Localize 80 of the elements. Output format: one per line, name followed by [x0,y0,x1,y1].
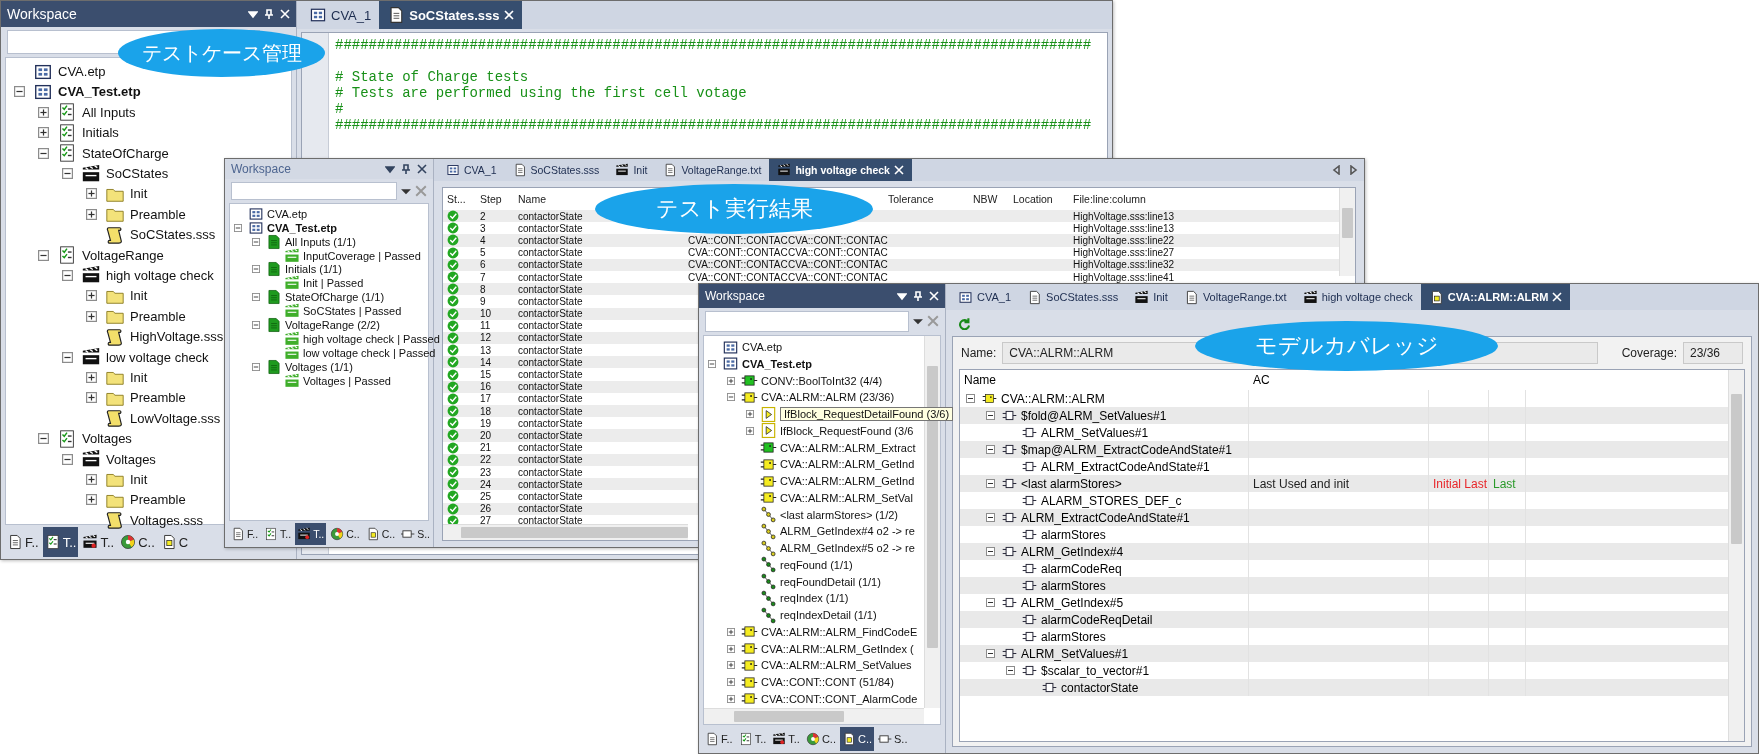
table-cell: CVA::CONT::CONTAC [688,271,788,283]
table-cell: CVA::CONT::CONTAC [788,271,888,283]
table-cell: 17 [480,393,492,405]
table-cell: contactorState [518,369,583,381]
panel-title: Workspace [705,289,765,303]
table-cell: 5 [480,247,486,259]
code-comment: # State of Charge tests [335,69,530,85]
table-cell: 27 [480,515,492,527]
table-cell: contactorState [518,271,583,283]
table-cell: contactorState [518,234,583,246]
table-cell: HighVoltage.sss:line41 [1073,271,1175,283]
table-cell: 15 [480,369,492,381]
table-cell: contactorState [518,381,583,393]
table-cell: 2 [480,210,486,222]
table-cell: 18 [480,405,492,417]
table-cell: contactorState [518,344,583,356]
table-cell: contactorState [518,442,583,454]
table-cell: 22 [480,454,492,466]
table-cell: 14 [480,356,492,368]
table-cell: 10 [480,308,492,320]
coverage-label: Coverage: [1621,346,1677,360]
table-cell: 12 [480,332,492,344]
table-cell: CVA::CONT::CONTAC [688,259,788,271]
table-cell: contactorState [518,417,583,429]
table-cell: 11 [480,320,491,332]
table-cell: contactorState [518,259,583,271]
table-cell: HighVoltage.sss:line32 [1073,259,1175,271]
table-cell: 3 [480,222,486,234]
table-cell: CVA::CONT::CONTAC [788,234,888,246]
table-cell: 7 [480,271,486,283]
table-cell: 25 [480,490,492,502]
table-cell: contactorState [518,515,583,527]
table-cell: contactorState [518,308,583,320]
table-cell: Initial Last [1433,476,1488,491]
table-cell: contactorState [518,356,583,368]
table-cell: Last [1493,476,1516,491]
table-cell: contactorState [518,222,583,234]
table-cell: HighVoltage.sss:line13 [1073,210,1175,222]
table-cell: HighVoltage.sss:line13 [1073,222,1175,234]
table-cell: 26 [480,503,492,515]
table-cell: CVA::CONT::CONTAC [688,247,788,259]
panel-title: Workspace [231,162,291,176]
table-cell: 24 [480,478,492,490]
table-cell: contactorState [518,490,583,502]
table-cell: contactorState [518,405,583,417]
code-comment: ########################################################################################## [335,117,1092,133]
table-cell: contactorState [518,454,583,466]
table-cell: 4 [480,234,486,246]
table-cell: contactorState [518,210,583,222]
table-cell: 9 [480,295,486,307]
table-cell: CVA::CONT::CONTAC [788,259,888,271]
table-cell: contactorState [518,393,583,405]
code-comment: ########################################################################################## [335,37,1092,53]
table-cell: 20 [480,429,492,441]
table-cell: contactorState [518,429,583,441]
table-cell: 8 [480,283,486,295]
table-cell: contactorState [518,295,583,307]
table-cell: 19 [480,417,492,429]
table-cell: contactorState [518,503,583,515]
table-cell: 6 [480,259,486,271]
coverage-field: 23/36 [1683,342,1743,364]
code-comment: # Tests are performed using the first cell votage [335,85,748,101]
table-cell: contactorState [518,320,583,332]
table-cell: contactorState [518,247,583,259]
table-cell: 23 [480,466,492,478]
table-cell: contactorState [518,466,583,478]
table-cell: CVA::CONT::CONTAC [688,234,788,246]
table-cell: HighVoltage.sss:line22 [1073,234,1175,246]
table-cell: contactorState [518,478,583,490]
table-cell: CVA::CONT::CONTAC [788,247,888,259]
code-comment: # [335,101,345,117]
table-cell: contactorState [518,332,583,344]
panel-title: Workspace [7,6,77,22]
name-label: Name: [961,346,997,360]
table-cell: Last Used and init [1253,476,1350,491]
table-cell: 21 [480,442,492,454]
table-cell: HighVoltage.sss:line27 [1073,247,1175,259]
table-cell: 16 [480,381,492,393]
table-cell: contactorState [518,283,583,295]
table-cell: 13 [480,344,492,356]
